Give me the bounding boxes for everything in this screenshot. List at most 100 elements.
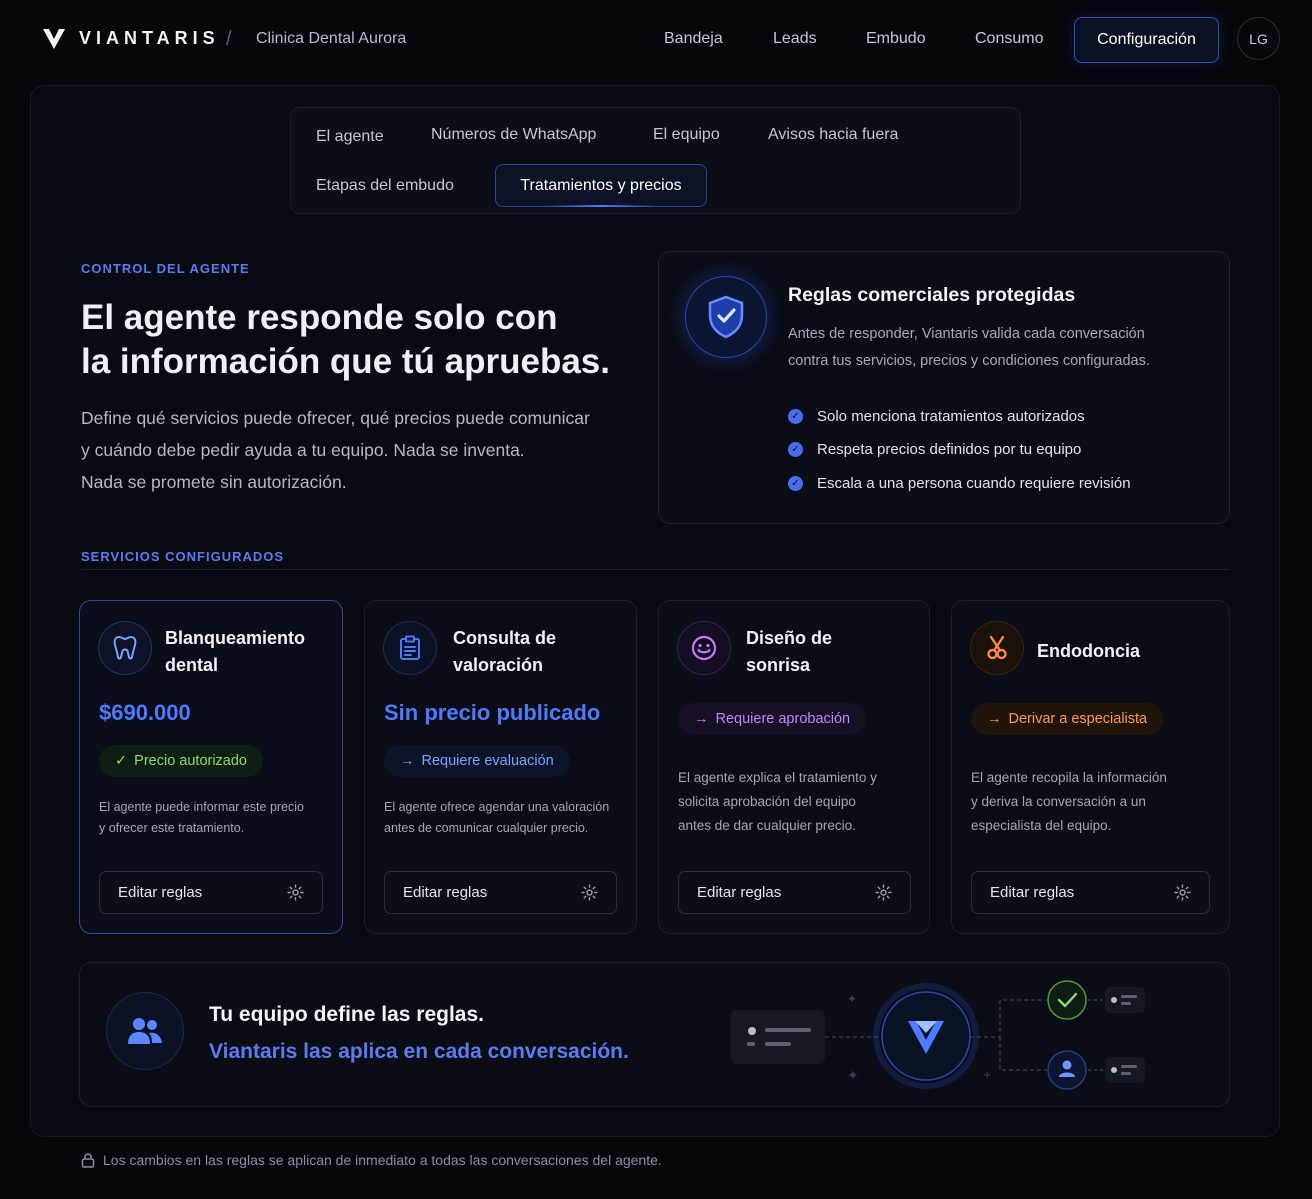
page-title-line2: la información que tú apruebas. (81, 342, 610, 381)
team-icon (106, 992, 184, 1070)
service-desc-line2: antes de comunicar cualquier precio. (384, 821, 589, 835)
rule-check-label: Escala a una persona cuando requiere rev… (817, 475, 1131, 492)
flow-diagram-illustration: ✦ ✦ + (731, 980, 1145, 1090)
edit-rules-label: Editar reglas (403, 884, 488, 901)
rules-desc-line2: contra tus servicios, precios y condicio… (788, 353, 1150, 369)
edit-rules-label: Editar reglas (697, 884, 782, 901)
service-title-line1: Blanqueamiento (165, 628, 306, 648)
tab-numeros-whatsapp[interactable]: Números de WhatsApp (431, 126, 596, 144)
tab-avisos-hacia-fuera[interactable]: Avisos hacia fuera (768, 126, 898, 144)
tab-etapas-embudo[interactable]: Etapas del embudo (316, 177, 454, 195)
banner-title: Tu equipo define las reglas. (209, 1003, 484, 1026)
dental-tool-icon (970, 621, 1024, 675)
rule-check-item: ✓ Escala a una persona cuando requiere r… (788, 475, 1131, 492)
service-description: El agente recopila la información y deri… (971, 766, 1167, 838)
brand-name: VIANTARIS (79, 28, 220, 48)
approved-check-icon (1047, 980, 1087, 1020)
rules-desc-line1: Antes de responder, Viantaris valida cad… (788, 326, 1145, 342)
service-price: $690.000 (99, 700, 191, 725)
rule-check-item: ✓ Solo menciona tratamientos autorizados (788, 408, 1085, 425)
service-title: Blanqueamiento dental (165, 625, 305, 679)
service-desc-line1: El agente recopila la información (971, 770, 1167, 785)
nav-consumo[interactable]: Consumo (975, 30, 1043, 48)
service-desc-line1: El agente explica el tratamiento y (678, 770, 877, 785)
check-circle-icon: ✓ (788, 409, 803, 424)
tab-tratamientos-label: Tratamientos y precios (520, 176, 682, 194)
rule-check-label: Respeta precios definidos por tu equipo (817, 441, 1082, 458)
rule-check-item: ✓ Respeta precios definidos por tu equip… (788, 441, 1081, 458)
viantaris-logo-icon[interactable] (42, 28, 66, 50)
service-desc-line3: especialista del equipo. (971, 818, 1112, 833)
status-badge-label: Requiere aprobación (715, 711, 851, 727)
lock-icon (81, 1153, 95, 1168)
service-desc-line2: solicita aprobación del equipo (678, 794, 856, 809)
service-title-line1: Endodoncia (1037, 641, 1140, 661)
service-title-line2: dental (165, 655, 219, 675)
service-price: Sin precio publicado (384, 700, 601, 725)
tab-el-agente[interactable]: El agente (316, 128, 384, 146)
smile-icon (677, 621, 731, 675)
service-desc-line1: El agente puede informar este precio (99, 800, 304, 814)
nav-bandeja[interactable]: Bandeja (664, 30, 723, 48)
service-title-line1: Consulta de (453, 628, 557, 648)
edit-rules-button[interactable]: Editar reglas (971, 871, 1210, 914)
status-badge-label: Precio autorizado (134, 753, 247, 769)
footer-note-text: Los cambios en las reglas se aplican de … (103, 1152, 662, 1168)
status-badge-authorized: ✓ Precio autorizado (99, 745, 263, 777)
services-heading: SERVICIOS CONFIGURADOS (81, 549, 285, 564)
gear-icon (875, 884, 892, 901)
rules-card-title: Reglas comerciales protegidas (788, 284, 1076, 306)
status-badge-label: Requiere evaluación (421, 753, 554, 769)
service-title: Endodoncia (1037, 638, 1140, 665)
svg-text:✦: ✦ (847, 992, 857, 1006)
tab-tratamientos-precios[interactable]: Tratamientos y precios (495, 164, 707, 207)
service-title-line2: valoración (453, 655, 544, 675)
page-title: El agente responde solo con la informaci… (81, 296, 641, 384)
page-description-line1: Define qué servicios puede ofrecer, qué … (81, 408, 590, 428)
edit-rules-label: Editar reglas (990, 884, 1075, 901)
nav-configuracion[interactable]: Configuración (1074, 17, 1219, 63)
nav-leads[interactable]: Leads (773, 30, 817, 48)
service-desc-line2: y deriva la conversación a un (971, 794, 1146, 809)
section-eyebrow: CONTROL DEL AGENTE (81, 261, 250, 276)
arrow-right-icon: → (400, 753, 415, 769)
viantaris-hub-icon (881, 991, 971, 1081)
top-bar: VIANTARIS / Clinica Dental Aurora Bandej… (0, 0, 1312, 80)
page-description-line2: y cuándo debe pedir ayuda a tu equipo. N… (81, 440, 525, 460)
user-avatar[interactable]: LG (1237, 17, 1280, 60)
service-title: Consulta de valoración (453, 625, 556, 679)
tooth-icon (98, 621, 152, 675)
arrow-right-icon: → (987, 711, 1002, 727)
shield-check-icon (685, 276, 767, 358)
service-title-line2: sonrisa (746, 655, 811, 675)
status-badge-label: Derivar a especialista (1008, 711, 1148, 727)
message-card-icon (731, 1010, 825, 1064)
page-description-line3: Nada se promete sin autorización. (81, 472, 347, 492)
service-description: El agente ofrece agendar una valoración … (384, 797, 609, 839)
svg-text:✦: ✦ (847, 1068, 859, 1084)
footer-note: Los cambios en las reglas se aplican de … (81, 1152, 662, 1168)
arrow-right-icon: → (694, 711, 709, 727)
service-description: El agente puede informar este precio y o… (99, 797, 304, 839)
svg-text:+: + (983, 1070, 991, 1081)
clinic-name[interactable]: Clinica Dental Aurora (256, 30, 406, 48)
gear-icon (581, 884, 598, 901)
tab-el-equipo[interactable]: El equipo (653, 126, 720, 144)
rules-card-description: Antes de responder, Viantaris valida cad… (788, 321, 1208, 375)
page-title-line1: El agente responde solo con (81, 298, 558, 337)
status-badge-specialist: → Derivar a especialista (971, 703, 1164, 735)
edit-rules-button[interactable]: Editar reglas (678, 871, 911, 914)
checkmark-icon: ✓ (115, 753, 128, 769)
status-badge-evaluation: → Requiere evaluación (384, 745, 570, 777)
edit-rules-button[interactable]: Editar reglas (384, 871, 617, 914)
rule-check-label: Solo menciona tratamientos autorizados (817, 408, 1085, 425)
service-desc-line3: antes de dar cualquier precio. (678, 818, 856, 833)
clipboard-icon (383, 621, 437, 675)
service-title-line1: Diseño de (746, 628, 833, 648)
edit-rules-button[interactable]: Editar reglas (99, 871, 323, 914)
nav-embudo[interactable]: Embudo (866, 30, 926, 48)
gear-icon (287, 884, 304, 901)
service-title: Diseño de sonrisa (746, 625, 832, 679)
service-desc-line2: y ofrecer este tratamiento. (99, 821, 245, 835)
banner-subtitle: Viantaris las aplica en cada conversació… (209, 1040, 629, 1063)
